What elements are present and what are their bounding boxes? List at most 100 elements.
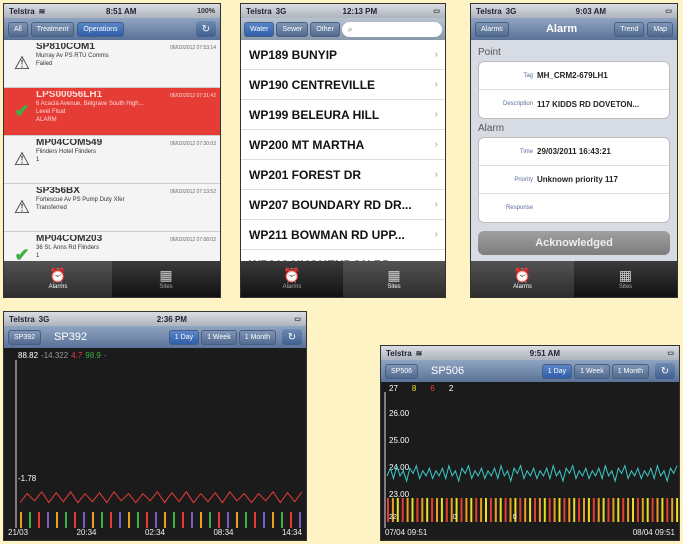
tab-label: Alarms bbox=[48, 284, 68, 290]
bar-mark bbox=[290, 512, 292, 528]
status-bar: Telstra 3G 12:13 PM ▭ bbox=[241, 4, 445, 18]
battery-label: 100% bbox=[197, 7, 215, 15]
time-key: Time bbox=[519, 148, 533, 155]
bar-mark bbox=[200, 512, 202, 528]
tab-label: Sites bbox=[618, 284, 633, 290]
list-item[interactable]: WP201 FOREST DR › bbox=[241, 160, 445, 190]
priority-value: Unknown priority 117 bbox=[537, 175, 618, 184]
search-input[interactable]: ⌕ bbox=[341, 21, 442, 37]
back-button[interactable]: Alarms bbox=[475, 21, 509, 37]
alarm-clock-icon: ⏰ bbox=[49, 267, 67, 283]
tab-alarms[interactable]: ⏰ Alarms bbox=[471, 261, 574, 297]
segment-other[interactable]: Other bbox=[310, 21, 340, 37]
warning-icon: ⚠ bbox=[13, 149, 31, 169]
battery-icon: ▭ bbox=[667, 350, 674, 357]
chevron-right-icon: › bbox=[434, 109, 438, 120]
bottom-value: 0 bbox=[512, 514, 517, 521]
bar-mark bbox=[182, 512, 184, 528]
segment-sewer[interactable]: Sewer bbox=[276, 21, 309, 37]
tab-sites[interactable]: ▦ Sites bbox=[574, 261, 677, 297]
bar-mark bbox=[272, 512, 274, 528]
chart-svg bbox=[15, 360, 303, 528]
tab-bar: ⏰ Alarms ▦ Sites bbox=[4, 261, 220, 297]
clock-label: 9:03 AM bbox=[575, 6, 607, 16]
bar-mark bbox=[661, 498, 664, 522]
bottom-values: 22 0 0 bbox=[389, 514, 517, 521]
refresh-button[interactable]: ↻ bbox=[196, 21, 216, 37]
tab-sites[interactable]: ▦ Sites bbox=[112, 261, 220, 297]
checkmark-icon: ✔ bbox=[14, 101, 30, 121]
x-tick-label: 08:34 bbox=[213, 528, 234, 537]
tab-label: Alarms bbox=[282, 284, 302, 290]
bar-mark bbox=[558, 498, 561, 522]
alarm-filter-bar: All Treatment Operations ↻ bbox=[4, 18, 220, 40]
list-item[interactable]: WP199 BELEURA HILL › bbox=[241, 100, 445, 130]
bar-mark bbox=[119, 512, 121, 528]
alarm-id: MP04COM549 bbox=[36, 139, 103, 148]
status-bar: Telstra ≋ 9:51 AM ▭ bbox=[381, 346, 679, 360]
tab-alarms[interactable]: ⏰ Alarms bbox=[241, 261, 343, 297]
bar-mark bbox=[607, 498, 610, 522]
alarm-row[interactable]: ⚠ SP810COM1 06/02/2012 07:53:14 Murray Av… bbox=[4, 40, 220, 88]
bar-mark bbox=[110, 512, 112, 528]
bar-mark bbox=[587, 498, 590, 522]
range-1week[interactable]: 1 Week bbox=[574, 363, 610, 379]
site-name: WP189 BUNYIP bbox=[249, 47, 338, 62]
clock-label: 9:51 AM bbox=[529, 348, 561, 358]
alarm-clock-icon: ⏰ bbox=[283, 267, 301, 283]
site-search-bar: Water Sewer Other ⌕ bbox=[241, 18, 445, 40]
wifi-icon: ≋ bbox=[415, 348, 423, 358]
alarm-time: 06/02/2012 07:08:02 bbox=[170, 237, 216, 243]
warning-icon: ⚠ bbox=[13, 197, 31, 217]
alarm-row[interactable]: ✔ LPS00056LH1 06/02/2012 07:31:42 6 Acaci… bbox=[4, 88, 220, 136]
x-axis-labels: 21/03 20:34 02:34 08:34 14:34 bbox=[4, 528, 306, 540]
bar-mark bbox=[641, 498, 644, 522]
tab-label: Sites bbox=[387, 284, 401, 290]
tab-label: Sites bbox=[159, 284, 173, 290]
bar-mark bbox=[627, 498, 630, 522]
tab-alarms[interactable]: ⏰ Alarms bbox=[4, 261, 112, 297]
list-item[interactable]: WP189 BUNYIP › bbox=[241, 40, 445, 70]
segment-all[interactable]: All bbox=[8, 21, 28, 37]
refresh-button[interactable]: ↻ bbox=[655, 363, 675, 379]
bar-mark bbox=[524, 498, 527, 522]
segment-treatment[interactable]: Treatment bbox=[30, 21, 75, 37]
range-1month[interactable]: 1 Month bbox=[611, 363, 649, 379]
tag-value: MH_CRM2-679LH1 bbox=[537, 71, 608, 80]
range-1month[interactable]: 1 Month bbox=[238, 329, 276, 345]
trend-button[interactable]: Trend bbox=[614, 21, 645, 37]
chevron-right-icon: › bbox=[434, 139, 438, 150]
segment-operations[interactable]: Operations bbox=[77, 21, 124, 37]
refresh-button[interactable]: ↻ bbox=[282, 329, 302, 345]
list-item[interactable]: WP207 BOUNDARY RD DR... › bbox=[241, 190, 445, 220]
list-item[interactable]: WP200 MT MARTHA › bbox=[241, 130, 445, 160]
tab-sites[interactable]: ▦ Sites bbox=[343, 261, 445, 297]
list-item[interactable]: WP211 BOWMAN RD UPP... › bbox=[241, 220, 445, 250]
bar-mark bbox=[538, 498, 541, 522]
alarm-line2: Failed bbox=[36, 61, 53, 67]
bar-mark bbox=[20, 512, 22, 528]
acknowledged-button[interactable]: Acknowledged bbox=[478, 231, 670, 255]
back-button[interactable]: SP392 bbox=[8, 329, 42, 345]
range-1day[interactable]: 1 Day bbox=[541, 363, 573, 379]
segment-water[interactable]: Water bbox=[244, 21, 275, 37]
map-button[interactable]: Map bbox=[647, 21, 673, 37]
clock-label: 8:51 AM bbox=[106, 6, 137, 16]
bar-mark bbox=[56, 512, 58, 528]
bar-mark bbox=[299, 512, 301, 528]
warning-icon: ⚠ bbox=[13, 53, 31, 73]
range-1day[interactable]: 1 Day bbox=[168, 329, 200, 345]
back-button[interactable]: SP506 bbox=[385, 363, 419, 379]
alarm-row[interactable]: ⚠ SP356BX 06/02/2012 07:13:52 Fortescue A… bbox=[4, 184, 220, 232]
alarm-clock-icon: ⏰ bbox=[513, 267, 532, 283]
network-label: 3G bbox=[505, 6, 517, 16]
building-icon: ▦ bbox=[159, 267, 173, 283]
list-item[interactable]: WP190 CENTREVILLE › bbox=[241, 70, 445, 100]
alarm-row[interactable]: ⚠ MP04COM549 06/02/2012 07:30:03 Flinders… bbox=[4, 136, 220, 184]
point-card: Tag MH_CRM2-679LH1 Description 117 KIDDS R… bbox=[478, 61, 670, 119]
range-1week[interactable]: 1 Week bbox=[201, 329, 237, 345]
alarm-time: 06/02/2012 07:30:03 bbox=[170, 141, 216, 147]
site-name: WP200 MT MARTHA bbox=[249, 137, 365, 152]
bar-mark bbox=[553, 498, 556, 522]
trend-navbar: SP506 SP506 1 Day 1 Week 1 Month ↻ bbox=[381, 360, 679, 382]
